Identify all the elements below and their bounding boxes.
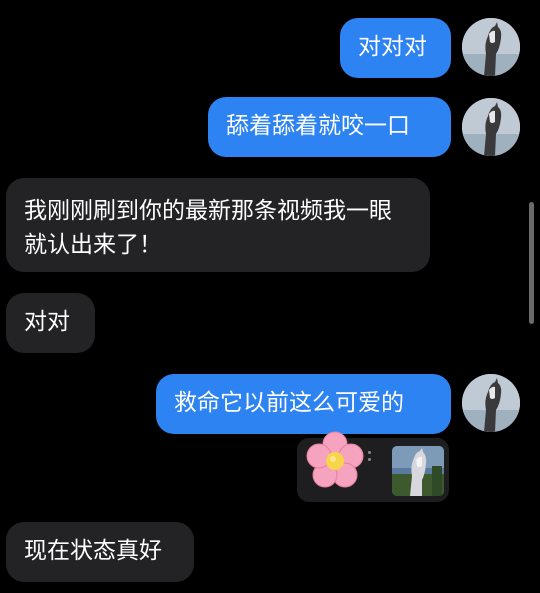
- message-text: 舔着舔着就咬一口: [226, 113, 410, 139]
- avatar[interactable]: [462, 98, 520, 156]
- horse-avatar-icon: [462, 18, 520, 76]
- message-text: 对对对: [358, 34, 427, 60]
- horse-avatar-icon: [462, 98, 520, 156]
- message-text: 对对: [24, 309, 70, 335]
- avatar[interactable]: [462, 18, 520, 76]
- message-text: 救命它以前这么可爱的: [174, 390, 404, 416]
- horse-photo-icon: [392, 446, 444, 496]
- pink-flower-sticker-icon[interactable]: [302, 428, 368, 494]
- incoming-message[interactable]: 现在状态真好: [6, 522, 194, 582]
- outgoing-message[interactable]: 救命它以前这么可爱的: [156, 374, 451, 434]
- outgoing-message[interactable]: 舔着舔着就咬一口: [208, 97, 451, 157]
- scrollbar[interactable]: [529, 202, 534, 324]
- message-text: 现在状态真好: [24, 538, 162, 564]
- horse-avatar-icon: [462, 374, 520, 432]
- horse-photo-thumbnail[interactable]: [392, 446, 444, 496]
- outgoing-message[interactable]: 对对对: [340, 18, 451, 78]
- more-dots-icon[interactable]: [368, 451, 374, 465]
- incoming-message[interactable]: 对对: [6, 293, 95, 353]
- chat-screen: 对对对 舔着舔着就咬一口 我刚刚刷到你的最新那条视频我一眼就认出来了！ 对对 救…: [0, 0, 540, 593]
- message-text: 我刚刚刷到你的最新那条视频我一眼就认出来了！: [24, 198, 392, 258]
- incoming-message[interactable]: 我刚刚刷到你的最新那条视频我一眼就认出来了！: [6, 178, 430, 272]
- avatar[interactable]: [462, 374, 520, 432]
